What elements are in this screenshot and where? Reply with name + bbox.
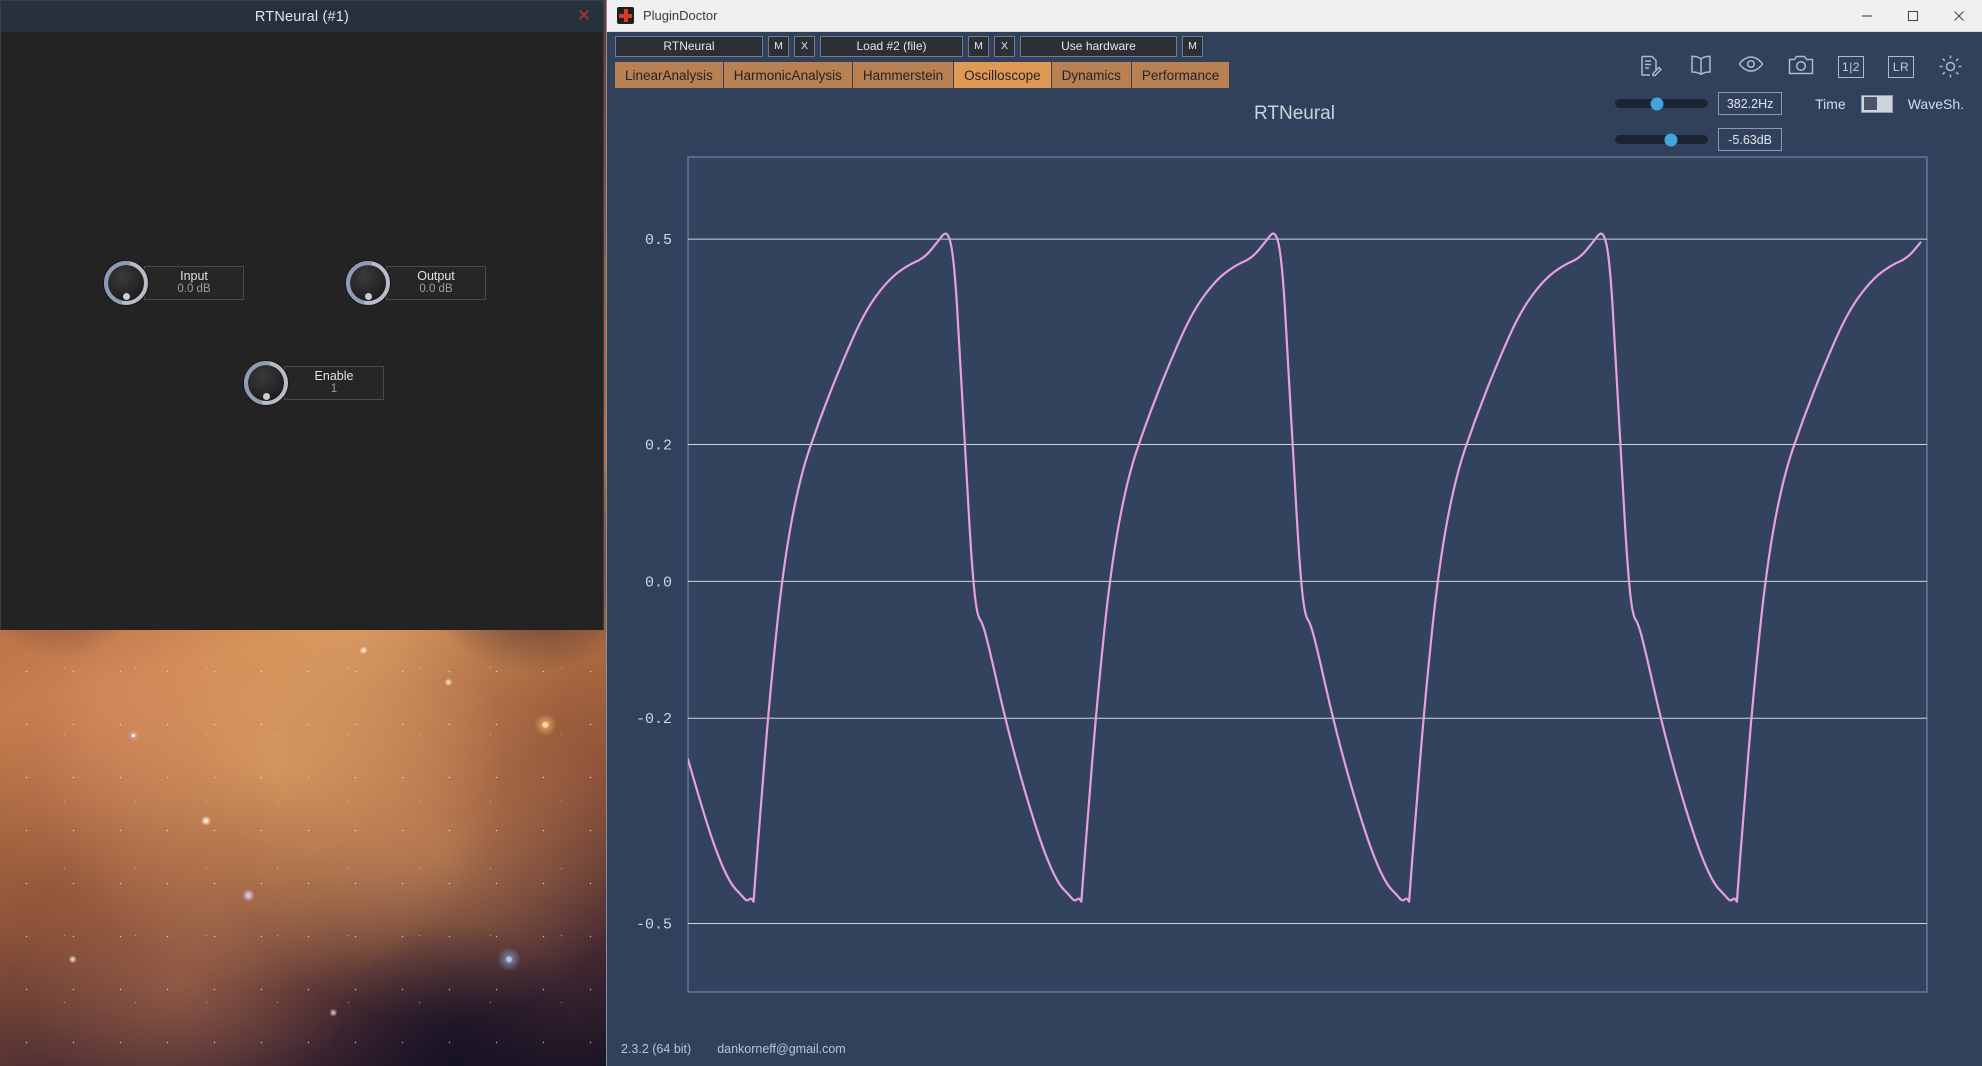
knob-readout-input: Input 0.0 dB — [144, 266, 244, 300]
top-right-toolbar: 1|2 LR — [1638, 54, 1964, 80]
notes-edit-icon[interactable] — [1638, 54, 1664, 80]
slot-3-plugin-button[interactable]: Use hardware — [1020, 35, 1177, 57]
y-axis-tick-label: 0.5 — [645, 232, 672, 249]
slot-2-remove-button[interactable]: X — [994, 35, 1015, 57]
window-controls — [1844, 0, 1982, 32]
slot-3-mute-button[interactable]: M — [1182, 35, 1203, 57]
parameter-sliders: 382.2Hz -5.63dB — [1615, 92, 1783, 151]
knob-output-label: Output — [417, 269, 455, 283]
y-axis-tick-label: -0.2 — [636, 711, 672, 728]
plugin-window-title: RTNeural (#1) — [254, 8, 350, 25]
contact-email-label: dankorneff@gmail.com — [717, 1042, 846, 1056]
knob-enable[interactable]: Enable 1 — [244, 361, 384, 405]
knob-dial-enable[interactable] — [244, 361, 288, 405]
knob-output-value: 0.0 dB — [419, 283, 453, 295]
oscilloscope-svg: 0.5 0.2 0.0 -0.2 -0.5 — [636, 156, 1928, 993]
knob-dial-input[interactable] — [104, 261, 148, 305]
ab-compare-icon[interactable]: 1|2 — [1838, 56, 1864, 78]
plugin-body: Input 0.0 dB Output 0.0 dB Enable 1 — [1, 32, 603, 630]
y-axis-tick-label: 0.2 — [645, 437, 672, 454]
plugindoctor-titlebar[interactable]: PluginDoctor — [607, 0, 1982, 32]
plugin-titlebar[interactable]: RTNeural (#1) ✕ — [1, 1, 603, 32]
screen: RTNeural (#1) ✕ Input 0.0 dB Output 0.0 … — [0, 0, 1982, 1066]
slot-2-mute-button[interactable]: M — [968, 35, 989, 57]
oscilloscope-parameters: 382.2Hz -5.63dB Time WaveSh. — [1615, 92, 1964, 151]
slot-1-remove-button[interactable]: X — [794, 35, 815, 57]
tab-performance[interactable]: Performance — [1131, 62, 1231, 88]
level-slider[interactable] — [1615, 133, 1709, 146]
knob-enable-label: Enable — [314, 369, 354, 383]
y-axis-tick-label: 0.0 — [645, 574, 672, 591]
maximize-button[interactable] — [1890, 0, 1936, 32]
knob-input-value: 0.0 dB — [177, 283, 211, 295]
display-mode-switch: Time WaveSh. — [1815, 94, 1964, 113]
mode-time-label: Time — [1815, 95, 1846, 112]
time-waveshaper-toggle[interactable] — [1860, 94, 1893, 113]
plugindoctor-window-title: PluginDoctor — [643, 8, 718, 23]
minimize-button[interactable] — [1844, 0, 1890, 32]
waveform-trace — [688, 232, 1922, 903]
knob-readout-enable: Enable 1 — [284, 366, 384, 400]
close-icon[interactable]: ✕ — [575, 7, 593, 25]
tab-harmonic-analysis[interactable]: HarmonicAnalysis — [723, 62, 853, 88]
knob-dial-output[interactable] — [346, 261, 390, 305]
camera-icon[interactable] — [1788, 54, 1814, 80]
knob-enable-value: 1 — [330, 383, 338, 395]
slot-1-mute-button[interactable]: M — [768, 35, 789, 57]
close-button[interactable] — [1936, 0, 1982, 32]
mode-waveshaper-label: WaveSh. — [1907, 95, 1964, 112]
version-label: 2.3.2 (64 bit) — [621, 1042, 692, 1056]
slot-1-plugin-button[interactable]: RTNeural — [615, 35, 763, 57]
level-slider-handle[interactable] — [1664, 133, 1678, 146]
plugindoctor-window: PluginDoctor RTNeural M X Load #2 (file)… — [606, 0, 1982, 1066]
slot-2-plugin-button[interactable]: Load #2 (file) — [820, 35, 963, 57]
plot-area — [687, 156, 1928, 993]
y-axis-tick-label: -0.5 — [636, 917, 672, 934]
frequency-parameter-row: 382.2Hz — [1615, 92, 1783, 115]
frequency-value-field[interactable]: 382.2Hz — [1718, 92, 1783, 115]
knob-output[interactable]: Output 0.0 dB — [346, 261, 486, 305]
level-value-field[interactable]: -5.63dB — [1718, 128, 1783, 151]
tab-dynamics[interactable]: Dynamics — [1051, 62, 1132, 88]
knob-input-label: Input — [180, 269, 208, 283]
frequency-slider[interactable] — [1615, 97, 1709, 110]
gear-icon[interactable] — [1938, 54, 1964, 80]
left-right-channel-icon[interactable]: LR — [1888, 56, 1914, 78]
level-parameter-row: -5.63dB — [1615, 128, 1783, 151]
oscilloscope-plot: 0.5 0.2 0.0 -0.2 -0.5 — [607, 0, 1982, 1066]
knob-readout-output: Output 0.0 dB — [386, 266, 486, 300]
tab-linear-analysis[interactable]: LinearAnalysis — [615, 62, 724, 88]
knob-input[interactable]: Input 0.0 dB — [104, 261, 244, 305]
frequency-slider-handle[interactable] — [1650, 97, 1664, 110]
rtneural-plugin-window: RTNeural (#1) ✕ Input 0.0 dB Output 0.0 … — [0, 0, 604, 630]
status-bar: 2.3.2 (64 bit) dankorneff@gmail.com — [607, 1032, 1982, 1066]
tab-oscilloscope[interactable]: Oscilloscope — [954, 62, 1052, 88]
tab-hammerstein[interactable]: Hammerstein — [852, 62, 955, 88]
plugindoctor-app-icon — [617, 7, 634, 24]
eye-icon[interactable] — [1738, 54, 1764, 80]
manual-book-icon[interactable] — [1688, 54, 1714, 80]
